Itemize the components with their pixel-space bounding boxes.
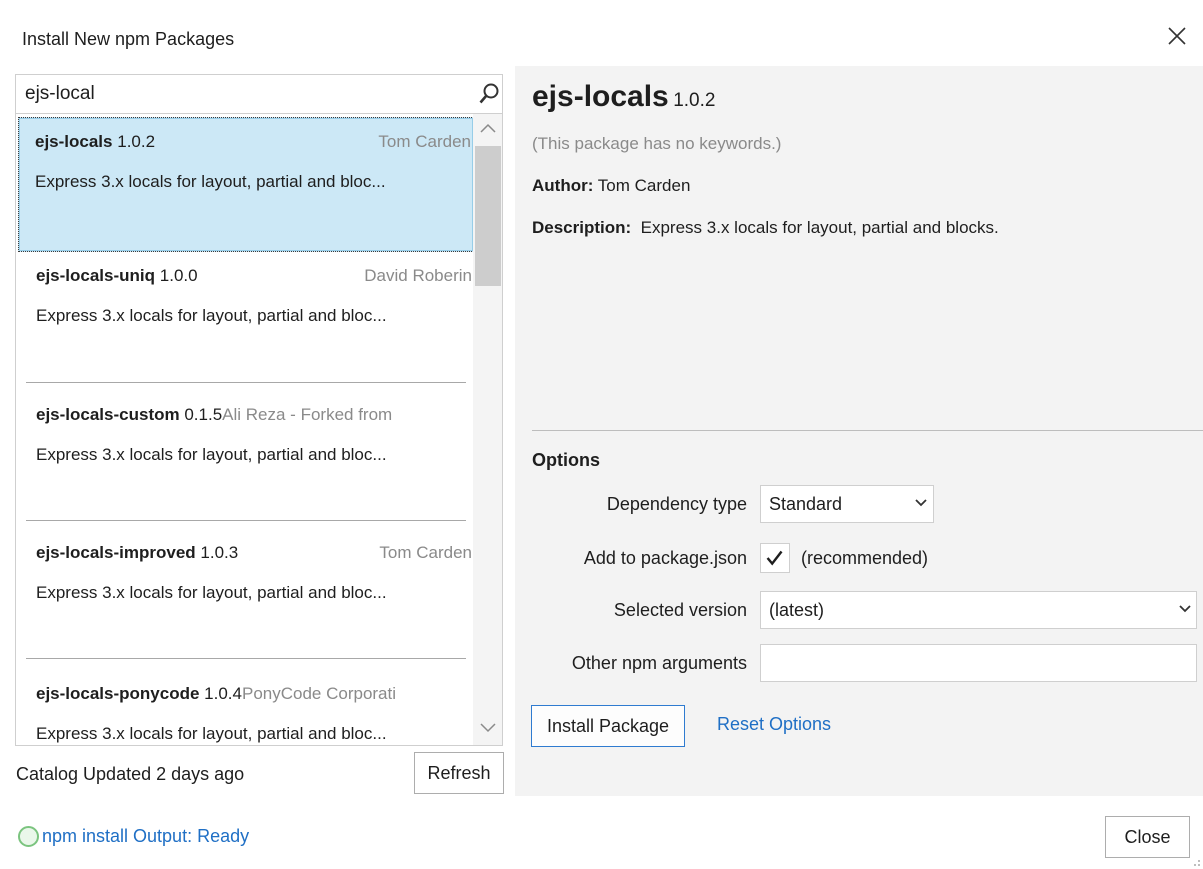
search-input[interactable] — [16, 75, 471, 113]
checkmark-icon — [766, 550, 783, 566]
package-title: ejs-locals 1.0.2 — [532, 80, 715, 114]
reset-options-link[interactable]: Reset Options — [717, 714, 831, 735]
dependency-type-select[interactable]: Standard — [760, 485, 934, 523]
package-author: Ali Reza - Forked from — [222, 405, 393, 424]
selected-version-select[interactable]: (latest) — [760, 591, 1197, 629]
package-author: PonyCode Corporati — [241, 684, 397, 703]
results-list[interactable]: ejs-locals 1.0.2 Tom Carden Express 3.x … — [15, 114, 503, 746]
package-name: ejs-locals-improved — [36, 543, 196, 562]
search-box — [15, 74, 503, 114]
chevron-up-icon[interactable] — [478, 120, 498, 136]
options-divider — [532, 430, 1203, 431]
package-keywords: (This package has no keywords.) — [532, 134, 782, 153]
package-version: 1.0.2 — [117, 132, 156, 151]
recommended-hint: (recommended) — [801, 548, 929, 568]
scroll-thumb[interactable] — [475, 146, 501, 286]
package-name: ejs-locals — [35, 132, 113, 151]
catalog-status: Catalog Updated 2 days ago — [16, 764, 245, 784]
package-description: Express 3.x locals for layout, partial a… — [35, 172, 386, 191]
package-version: 1.0.3 — [200, 543, 239, 562]
author-line: Author: Tom Carden — [532, 176, 690, 196]
detail-package-version: 1.0.2 — [673, 90, 716, 111]
description-value: Express 3.x locals for layout, partial a… — [640, 218, 999, 237]
dependency-type-label: Dependency type — [606, 494, 747, 514]
list-item[interactable]: ejs-locals-uniq 1.0.0 David Roberin Expr… — [26, 252, 476, 387]
dependency-type-value: Standard — [769, 494, 843, 514]
add-to-package-checkbox[interactable] — [760, 543, 790, 573]
package-version: 1.0.4 — [204, 684, 242, 703]
package-author: David Roberin — [364, 266, 472, 285]
list-item[interactable]: ejs-locals-custom 0.1.5Ali Reza - Forked… — [26, 391, 476, 526]
package-name: ejs-locals-uniq — [36, 266, 156, 285]
close-icon[interactable] — [1165, 24, 1189, 48]
selected-version-value: (latest) — [769, 600, 825, 620]
options-heading: Options — [532, 450, 600, 470]
add-to-package-label: Add to package.json — [583, 548, 747, 568]
package-description: Express 3.x locals for layout, partial a… — [36, 445, 387, 464]
package-name: ejs-locals-ponycode — [36, 684, 200, 703]
chevron-down-icon[interactable] — [478, 720, 498, 736]
list-divider — [26, 382, 466, 383]
package-version: 0.1.5 — [184, 405, 223, 424]
refresh-button[interactable]: Refresh — [414, 752, 504, 794]
package-author: Tom Carden — [378, 132, 471, 151]
search-icon[interactable] — [478, 82, 500, 106]
list-item[interactable]: ejs-locals-ponycode 1.0.4PonyCode Corpor… — [26, 670, 476, 745]
results-scrollbar[interactable] — [473, 114, 502, 745]
detail-package-name: ejs-locals — [532, 80, 669, 113]
list-divider — [26, 520, 466, 521]
package-description: Express 3.x locals for layout, partial a… — [36, 583, 387, 602]
description-label: Description: — [532, 218, 632, 237]
chevron-down-icon — [1179, 605, 1191, 613]
package-description: Express 3.x locals for layout, partial a… — [36, 306, 387, 325]
list-item[interactable]: ejs-locals 1.0.2 Tom Carden Express 3.x … — [18, 117, 474, 252]
package-name: ejs-locals-custom — [36, 405, 180, 424]
status-ready-icon — [18, 826, 39, 847]
package-description: Express 3.x locals for layout, partial a… — [36, 724, 387, 743]
list-divider — [26, 658, 466, 659]
author-label: Author: — [532, 176, 594, 195]
close-button[interactable]: Close — [1105, 816, 1190, 858]
install-package-button[interactable]: Install Package — [531, 705, 685, 747]
npm-output-link[interactable]: npm install Output: Ready — [42, 826, 249, 847]
chevron-down-icon — [915, 499, 927, 507]
other-args-input[interactable] — [760, 644, 1197, 682]
other-args-label: Other npm arguments — [571, 653, 747, 673]
resize-grip-icon[interactable] — [1189, 855, 1201, 867]
package-details-pane: ejs-locals 1.0.2 (This package has no ke… — [515, 66, 1203, 796]
description-line: Description: Express 3.x locals for layo… — [532, 218, 999, 238]
author-value: Tom Carden — [597, 176, 691, 195]
package-version: 1.0.0 — [159, 266, 198, 285]
list-item[interactable]: ejs-locals-improved 1.0.3 Tom Carden Exp… — [26, 529, 476, 664]
dialog-title: Install New npm Packages — [22, 29, 235, 49]
package-author: Tom Carden — [379, 543, 472, 562]
selected-version-label: Selected version — [613, 600, 747, 620]
